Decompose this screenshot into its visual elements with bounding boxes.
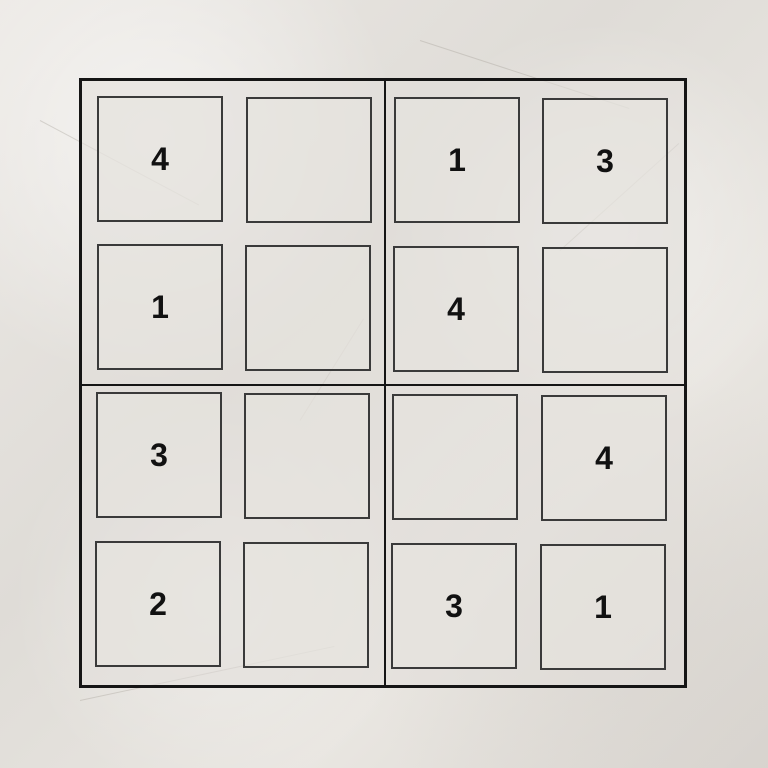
sudoku-board: 4 1 3 1 4 3 4 2 3 1 bbox=[79, 78, 687, 688]
cell-r2-c3[interactable]: 4 bbox=[393, 246, 519, 372]
cell-digit: 3 bbox=[445, 587, 463, 624]
box-divider-vertical bbox=[384, 81, 386, 685]
cell-digit: 4 bbox=[595, 439, 613, 476]
cell-r3-c2[interactable] bbox=[244, 393, 370, 519]
cell-r3-c1[interactable]: 3 bbox=[96, 392, 222, 518]
cell-r4-c2[interactable] bbox=[243, 542, 369, 668]
cell-r4-c3[interactable]: 3 bbox=[391, 543, 517, 669]
cell-digit: 1 bbox=[594, 588, 612, 625]
cell-r3-c3[interactable] bbox=[392, 394, 518, 520]
cell-digit: 1 bbox=[448, 141, 466, 178]
cell-r4-c4[interactable]: 1 bbox=[540, 544, 666, 670]
cell-digit: 2 bbox=[149, 585, 167, 622]
cell-r2-c2[interactable] bbox=[245, 245, 371, 371]
cell-digit: 3 bbox=[596, 142, 614, 179]
cell-digit: 4 bbox=[447, 290, 465, 327]
cell-r3-c4[interactable]: 4 bbox=[541, 395, 667, 521]
cell-r2-c1[interactable]: 1 bbox=[97, 244, 223, 370]
cell-r4-c1[interactable]: 2 bbox=[95, 541, 221, 667]
cell-digit: 1 bbox=[151, 288, 169, 325]
cell-r1-c4[interactable]: 3 bbox=[542, 98, 668, 224]
box-divider-horizontal bbox=[82, 384, 684, 386]
cell-digit: 4 bbox=[151, 140, 169, 177]
cell-r1-c1[interactable]: 4 bbox=[97, 96, 223, 222]
cell-r2-c4[interactable] bbox=[542, 247, 668, 373]
cell-r1-c3[interactable]: 1 bbox=[394, 97, 520, 223]
cell-r1-c2[interactable] bbox=[246, 97, 372, 223]
cell-digit: 3 bbox=[150, 436, 168, 473]
